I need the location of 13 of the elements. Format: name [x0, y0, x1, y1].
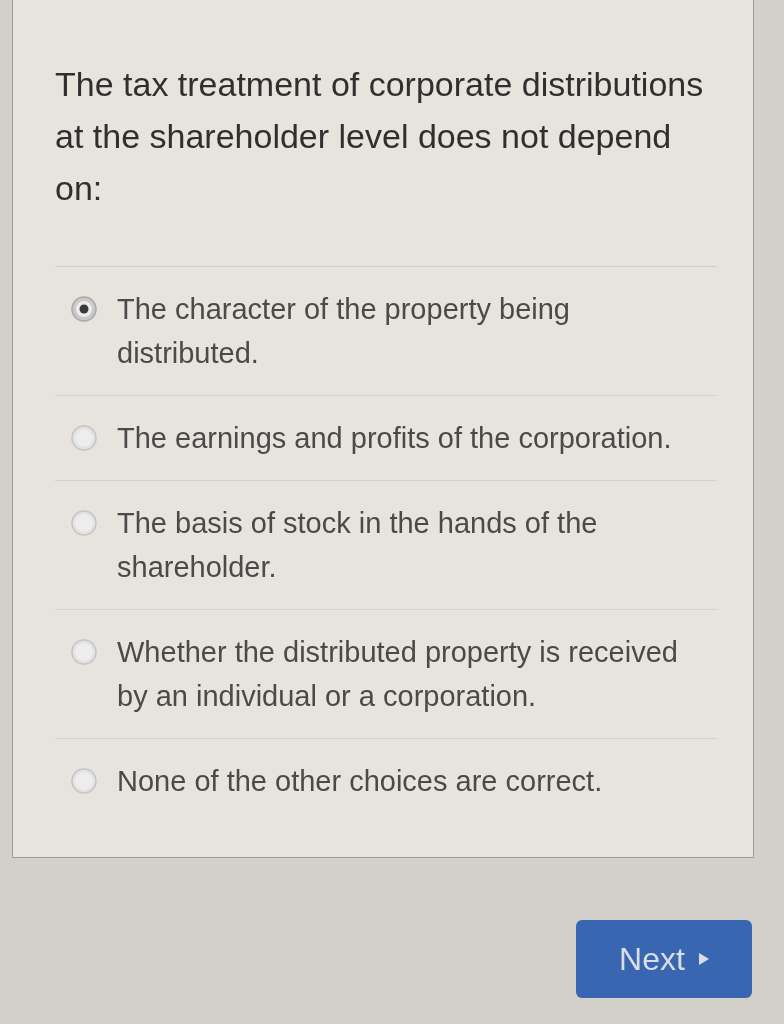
radio-selected-icon[interactable] — [71, 296, 97, 322]
radio-icon[interactable] — [71, 768, 97, 794]
option-text[interactable]: The character of the property being distributed. — [117, 287, 713, 375]
option-text[interactable]: None of the other choices are correct. — [117, 759, 713, 803]
option-text[interactable]: The basis of stock in the hands of the shareholder. — [117, 501, 713, 589]
option-text[interactable]: The earnings and profits of the corporation. — [117, 416, 713, 460]
radio-icon[interactable] — [71, 510, 97, 536]
next-button[interactable]: Next — [576, 920, 752, 998]
play-triangle-icon — [698, 953, 709, 965]
radio-icon[interactable] — [71, 425, 97, 451]
option-text[interactable]: Whether the distributed property is received by an individual or a corporation. — [117, 630, 713, 718]
radio-icon[interactable] — [71, 639, 97, 665]
question-text: The tax treatment of corporate distributions at the shareholder level does not depend on: — [55, 64, 705, 209]
